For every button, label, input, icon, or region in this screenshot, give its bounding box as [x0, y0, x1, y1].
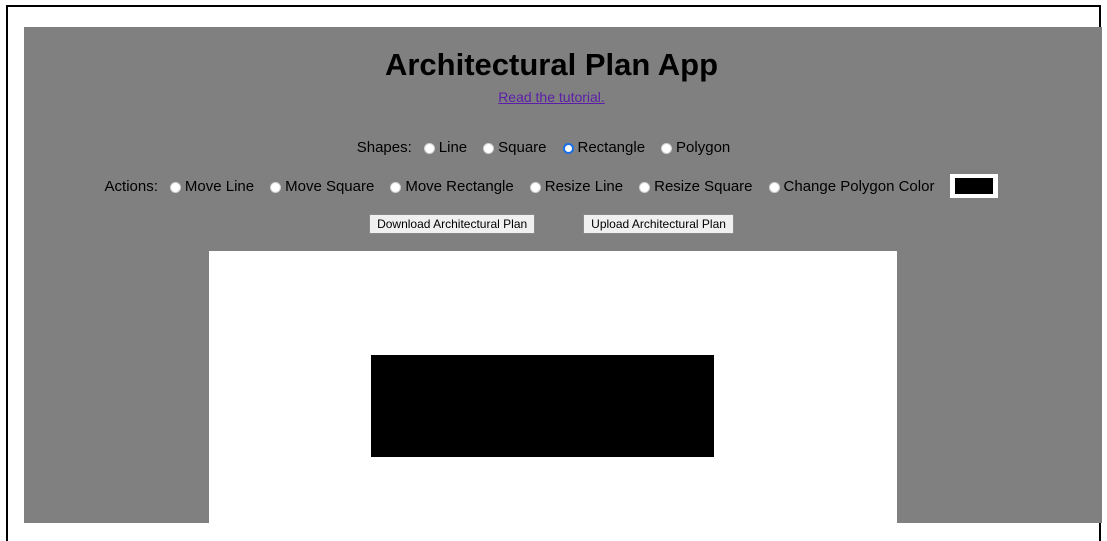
shape-option-label: Line — [438, 138, 468, 156]
shape-radio-rectangle[interactable] — [562, 142, 574, 154]
shape-option-label: Polygon — [676, 138, 731, 156]
action-radio-resize-line[interactable] — [529, 181, 541, 193]
drawing-canvas[interactable] — [209, 251, 897, 523]
shape-option-polygon[interactable]: Polygon — [661, 139, 730, 156]
action-option-label: Resize Line — [544, 177, 624, 195]
actions-label: Actions: — [104, 177, 158, 195]
shape-option-label: Square — [498, 138, 547, 156]
action-option-label: Move Square — [285, 177, 375, 195]
action-radio-move-rectangle[interactable] — [390, 181, 402, 193]
shape-radio-square[interactable] — [483, 142, 495, 154]
action-option-label: Move Rectangle — [405, 177, 514, 195]
action-option-label: Move Line — [184, 177, 255, 195]
shape-radio-line[interactable] — [423, 142, 435, 154]
polygon-color-picker[interactable] — [950, 174, 999, 198]
action-option-move-rectangle[interactable]: Move Rectangle — [390, 177, 514, 195]
action-radio-move-line[interactable] — [169, 181, 181, 193]
download-plan-button[interactable]: Download Architectural Plan — [369, 214, 536, 234]
shape-radio-polygon[interactable] — [661, 142, 673, 154]
action-option-resize-square[interactable]: Resize Square — [639, 177, 753, 195]
polygon-color-swatch — [955, 178, 994, 194]
shape-option-line[interactable]: Line — [423, 138, 468, 156]
tutorial-link-container: Read the tutorial. — [24, 88, 1079, 106]
shape-option-rectangle[interactable]: Rectangle — [562, 138, 646, 156]
action-radio-move-square[interactable] — [270, 181, 282, 193]
action-radio-resize-square[interactable] — [639, 181, 651, 193]
shapes-row: Shapes: Line Square Rectangle Polygon — [24, 137, 1079, 157]
page-title: Architectural Plan App — [384, 47, 719, 82]
app-container: Architectural Plan App Read the tutorial… — [24, 27, 1102, 523]
upload-plan-button[interactable]: Upload Architectural Plan — [583, 214, 734, 234]
tutorial-link[interactable]: Read the tutorial. — [498, 89, 605, 105]
action-option-move-square[interactable]: Move Square — [270, 178, 374, 195]
action-option-label: Change Polygon Color — [783, 177, 935, 195]
action-option-change-polygon-color[interactable]: Change Polygon Color — [768, 177, 935, 195]
actions-row: Actions: Move Line Move Square Move Rect… — [24, 174, 1079, 198]
action-radio-change-polygon-color[interactable] — [768, 181, 780, 193]
shapes-label: Shapes: — [356, 138, 412, 156]
file-buttons: Download Architectural Plan Upload Archi… — [24, 214, 1079, 234]
rectangle-shape[interactable] — [371, 355, 714, 457]
shape-option-label: Rectangle — [577, 138, 646, 156]
shape-option-square[interactable]: Square — [483, 138, 547, 156]
action-option-label: Resize Square — [654, 177, 753, 195]
action-option-resize-line[interactable]: Resize Line — [529, 177, 624, 195]
action-option-move-line[interactable]: Move Line — [169, 177, 255, 195]
